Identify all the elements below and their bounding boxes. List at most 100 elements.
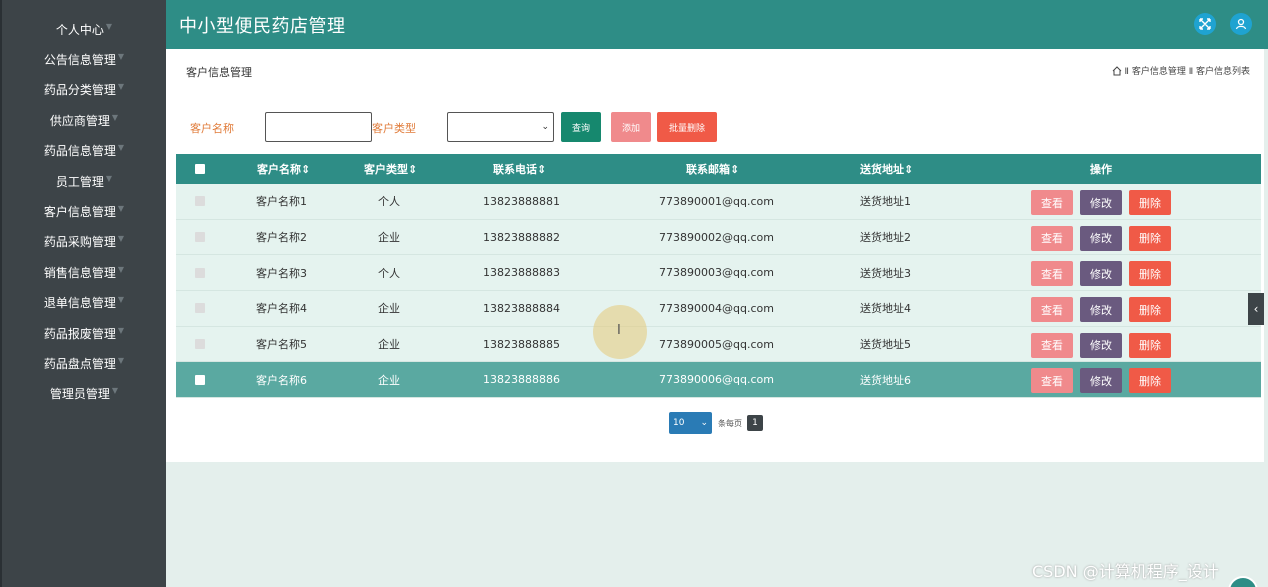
sidebar: 个人中心 ▼ 公告信息管理 ▼ 药品分类管理 ▼ 供应商管理 ▼ 药品信息管理 ▼ 员工管… [0, 0, 166, 587]
page-number-current[interactable]: 1 [747, 415, 763, 431]
sidebar-item-personal-center[interactable]: 个人中心 ▼ [2, 14, 166, 44]
sidebar-item-employees[interactable]: 员工管理 ▼ [2, 166, 166, 196]
search-bar: 客户名称 客户类型 ⌄ 查询 添加 批量删除 [166, 112, 1264, 142]
pagination: 10 ⌄ 条每页 1 [669, 412, 763, 434]
edit-button[interactable]: 修改 [1080, 190, 1122, 215]
cell-address: 送货地址5 [860, 338, 911, 352]
content-panel: 客户信息管理 Ⅱ 客户信息管理 Ⅱ 客户信息列表 客户名称 客户类型 ⌄ 查询 … [166, 49, 1264, 462]
header-name[interactable]: 客户名称⇕ [257, 161, 310, 177]
cell-name: 客户名称4 [256, 302, 307, 316]
edit-button[interactable]: 修改 [1080, 332, 1122, 358]
sidebar-item-label: 药品报废管理 [43, 326, 116, 341]
view-button[interactable]: 查看 [1031, 368, 1073, 394]
fullscreen-button[interactable] [1194, 13, 1216, 35]
header-address[interactable]: 送货地址⇕ [860, 161, 913, 177]
header-phone[interactable]: 联系电话⇕ [493, 161, 546, 177]
sidebar-item-drug-info[interactable]: 药品信息管理 ▼ [2, 136, 166, 166]
edit-button[interactable]: 修改 [1080, 297, 1122, 323]
header-email[interactable]: 联系邮箱⇕ [686, 161, 739, 177]
table-row[interactable]: 客户名称3 个人 13823888883 773890003@qq.com 送货… [176, 255, 1261, 292]
view-button[interactable]: 查看 [1031, 332, 1073, 358]
cell-type: 个人 [378, 266, 400, 280]
text-cursor-icon: I [617, 323, 621, 338]
chevron-down-icon: ⌄ [700, 418, 708, 428]
breadcrumb-text[interactable]: Ⅱ 客户信息管理 Ⅱ 客户信息列表 [1125, 64, 1250, 77]
cell-type: 企业 [378, 373, 400, 387]
sidebar-item-label: 个人中心 [55, 22, 104, 37]
customer-type-label: 客户类型 [372, 122, 416, 135]
add-button[interactable]: 添加 [611, 112, 651, 142]
sidebar-item-label: 管理员管理 [49, 387, 110, 402]
header-actions: 操作 [1090, 163, 1112, 176]
user-button[interactable] [1230, 13, 1252, 35]
table-row[interactable]: 客户名称5 企业 13823888885 773890005@qq.com 送货… [176, 326, 1261, 363]
cell-address: 送货地址6 [860, 373, 911, 387]
chevron-down-icon: ▼ [117, 143, 125, 153]
row-checkbox[interactable] [195, 374, 205, 385]
back-to-top-button[interactable] [1228, 576, 1258, 587]
view-button[interactable]: 查看 [1031, 225, 1073, 251]
per-page-label: 条每页 [718, 418, 742, 428]
customer-name-label: 客户名称 [190, 122, 234, 135]
watermark: CSDN @计算机程序_设计 [1032, 562, 1219, 581]
top-header: 中小型便民药店管理 [166, 0, 1268, 49]
sidebar-item-purchasing[interactable]: 药品采购管理 ▼ [2, 227, 166, 257]
delete-button[interactable]: 删除 [1129, 297, 1171, 323]
sidebar-item-label: 药品信息管理 [43, 144, 116, 159]
chevron-left-icon: ‹ [1253, 302, 1259, 316]
row-checkbox[interactable] [195, 303, 205, 314]
sidebar-item-admins[interactable]: 管理员管理 ▼ [2, 379, 166, 409]
chevron-down-icon: ▼ [117, 295, 125, 305]
delete-button[interactable]: 删除 [1129, 368, 1171, 394]
delete-button[interactable]: 删除 [1129, 190, 1171, 215]
delete-button[interactable]: 删除 [1129, 261, 1171, 287]
row-checkbox[interactable] [195, 267, 205, 278]
delete-button[interactable]: 删除 [1129, 332, 1171, 358]
cell-address: 送货地址1 [860, 195, 911, 209]
chevron-down-icon: ▼ [111, 112, 119, 122]
customer-name-input[interactable] [265, 112, 372, 142]
chevron-down-icon: ▼ [117, 82, 125, 92]
sidebar-item-customers[interactable]: 客户信息管理 ▼ [2, 196, 166, 226]
row-checkbox[interactable] [195, 339, 205, 350]
sidebar-item-label: 销售信息管理 [43, 265, 116, 280]
cell-email: 773890004@qq.com [659, 301, 774, 315]
edit-button[interactable]: 修改 [1080, 261, 1122, 287]
edit-button[interactable]: 修改 [1080, 368, 1122, 394]
sidebar-item-scrap[interactable]: 药品报废管理 ▼ [2, 318, 166, 348]
batch-delete-button[interactable]: 批量删除 [657, 112, 717, 142]
cell-type: 企业 [378, 302, 400, 316]
sidebar-item-announcements[interactable]: 公告信息管理 ▼ [2, 44, 166, 74]
customer-type-select[interactable]: ⌄ [447, 112, 554, 142]
sidebar-item-suppliers[interactable]: 供应商管理 ▼ [2, 105, 166, 135]
view-button[interactable]: 查看 [1031, 297, 1073, 323]
sidebar-item-sales[interactable]: 销售信息管理 ▼ [2, 257, 166, 287]
home-icon[interactable] [1112, 65, 1122, 76]
table-row-selected[interactable]: 客户名称6 企业 13823888886 773890006@qq.com 送货… [176, 362, 1261, 399]
side-panel-toggle[interactable]: ‹ [1248, 293, 1264, 325]
cell-address: 送货地址4 [860, 302, 911, 316]
header-type[interactable]: 客户类型⇕ [364, 161, 417, 177]
chevron-down-icon: ▼ [105, 21, 113, 31]
sidebar-item-inventory[interactable]: 药品盘点管理 ▼ [2, 348, 166, 378]
sidebar-item-returns[interactable]: 退单信息管理 ▼ [2, 288, 166, 318]
view-button[interactable]: 查看 [1031, 190, 1073, 215]
view-button[interactable]: 查看 [1031, 261, 1073, 287]
cell-phone: 13823888883 [483, 266, 560, 280]
sidebar-item-label: 供应商管理 [49, 113, 110, 128]
table-row[interactable]: 客户名称2 企业 13823888882 773890002@qq.com 送货… [176, 219, 1261, 256]
sidebar-item-drug-categories[interactable]: 药品分类管理 ▼ [2, 75, 166, 105]
cell-name: 客户名称3 [256, 266, 307, 280]
page-size-select[interactable]: 10 ⌄ [669, 412, 712, 434]
row-checkbox[interactable] [195, 196, 205, 207]
row-checkbox[interactable] [195, 232, 205, 243]
delete-button[interactable]: 删除 [1129, 225, 1171, 251]
table-row[interactable]: 客户名称4 企业 13823888884 773890004@qq.com 送货… [176, 291, 1261, 327]
table-row[interactable]: 客户名称1 个人 13823888881 773890001@qq.com 送货… [176, 184, 1261, 220]
select-all-checkbox[interactable] [195, 164, 205, 174]
edit-button[interactable]: 修改 [1080, 225, 1122, 251]
cell-type: 企业 [378, 231, 400, 245]
query-button[interactable]: 查询 [561, 112, 601, 142]
cell-name: 客户名称1 [256, 195, 307, 209]
user-icon [1235, 18, 1247, 30]
